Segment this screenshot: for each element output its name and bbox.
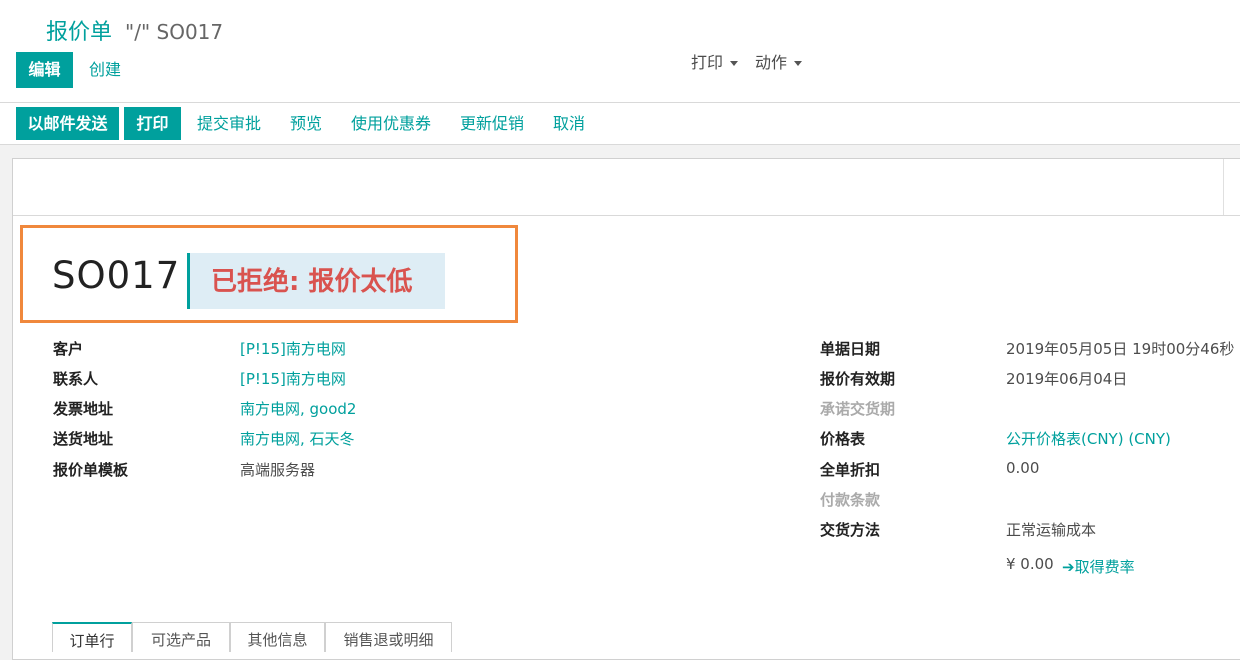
quote-template-label: 报价单模板 [53, 461, 129, 479]
edit-button[interactable]: 编辑 [16, 52, 73, 88]
contact-field[interactable]: [P!15]南方电网 [240, 368, 346, 389]
status-ribbon-text: 已拒绝: 报价太低 [211, 267, 413, 297]
arrow-right-icon: ➔ [1062, 558, 1075, 576]
sheet-button-box [13, 159, 1240, 216]
pricelist-label: 价格表 [820, 430, 866, 448]
print-button[interactable]: 打印 [124, 107, 181, 140]
submit-approval-button[interactable]: 提交审批 [197, 107, 261, 140]
use-coupon-button[interactable]: 使用优惠券 [351, 107, 431, 140]
divider [1223, 159, 1224, 215]
delivery-address-field[interactable]: 南方电网, 石天冬 [240, 428, 355, 449]
tab-other-info[interactable]: 其他信息 [230, 622, 325, 652]
tab-optional-products[interactable]: 可选产品 [132, 622, 230, 652]
customer-field[interactable]: [P!15]南方电网 [240, 338, 346, 359]
create-button[interactable]: 创建 [89, 52, 121, 88]
delivery-amount: ¥ 0.00 [1006, 555, 1054, 573]
tab-sales-details[interactable]: 销售退或明细 [325, 622, 452, 652]
caret-down-icon [794, 61, 803, 66]
update-promotions-button[interactable]: 更新促销 [460, 107, 524, 140]
global-discount-label: 全单折扣 [820, 461, 881, 479]
print-dropdown-label: 打印 [691, 53, 724, 72]
payment-terms-label: 付款条款 [820, 491, 881, 509]
action-dropdown[interactable]: 动作 [755, 52, 803, 74]
invoice-address-label: 发票地址 [53, 400, 114, 418]
caret-down-icon [730, 61, 739, 66]
form-statusbar: 以邮件发送 打印 提交审批 预览 使用优惠券 更新促销 取消 [0, 103, 1240, 145]
customer-label: 客户 [53, 340, 84, 358]
control-panel: 报价单 "/" SO017 编辑 创建 打印 动作 [0, 0, 1240, 103]
send-email-button[interactable]: 以邮件发送 [16, 107, 119, 140]
date-order-label: 单据日期 [820, 340, 881, 358]
preview-button[interactable]: 预览 [290, 107, 322, 140]
tab-order-lines[interactable]: 订单行 [52, 622, 132, 652]
record-title: SO017 [52, 254, 181, 297]
cancel-button[interactable]: 取消 [553, 107, 585, 140]
action-dropdown-label: 动作 [755, 53, 788, 72]
carrier-label: 交货方法 [820, 521, 881, 539]
commitment-date-label: 承诺交货期 [820, 400, 896, 418]
quote-template-field[interactable]: 高端服务器 [240, 459, 315, 480]
validity-date-field[interactable]: 2019年06月04日 [1006, 368, 1127, 389]
breadcrumb: 报价单 "/" SO017 [46, 14, 223, 46]
status-ribbon: 已拒绝: 报价太低 [187, 253, 445, 309]
breadcrumb-current: "/" SO017 [125, 20, 224, 44]
print-dropdown[interactable]: 打印 [691, 52, 739, 74]
invoice-address-field[interactable]: 南方电网, good2 [240, 398, 356, 419]
validity-date-label: 报价有效期 [820, 370, 896, 388]
global-discount-field[interactable]: 0.00 [1006, 459, 1039, 477]
date-order-field[interactable]: 2019年05月05日 19时00分46秒 [1006, 338, 1234, 359]
delivery-address-label: 送货地址 [53, 430, 114, 448]
get-rate-button[interactable]: ➔取得费率 [1062, 556, 1135, 577]
contact-label: 联系人 [53, 370, 99, 388]
pricelist-field[interactable]: 公开价格表(CNY) (CNY) [1006, 428, 1171, 449]
breadcrumb-parent-link[interactable]: 报价单 [46, 20, 112, 45]
get-rate-label: 取得费率 [1074, 558, 1135, 576]
carrier-field[interactable]: 正常运输成本 [1006, 519, 1096, 540]
